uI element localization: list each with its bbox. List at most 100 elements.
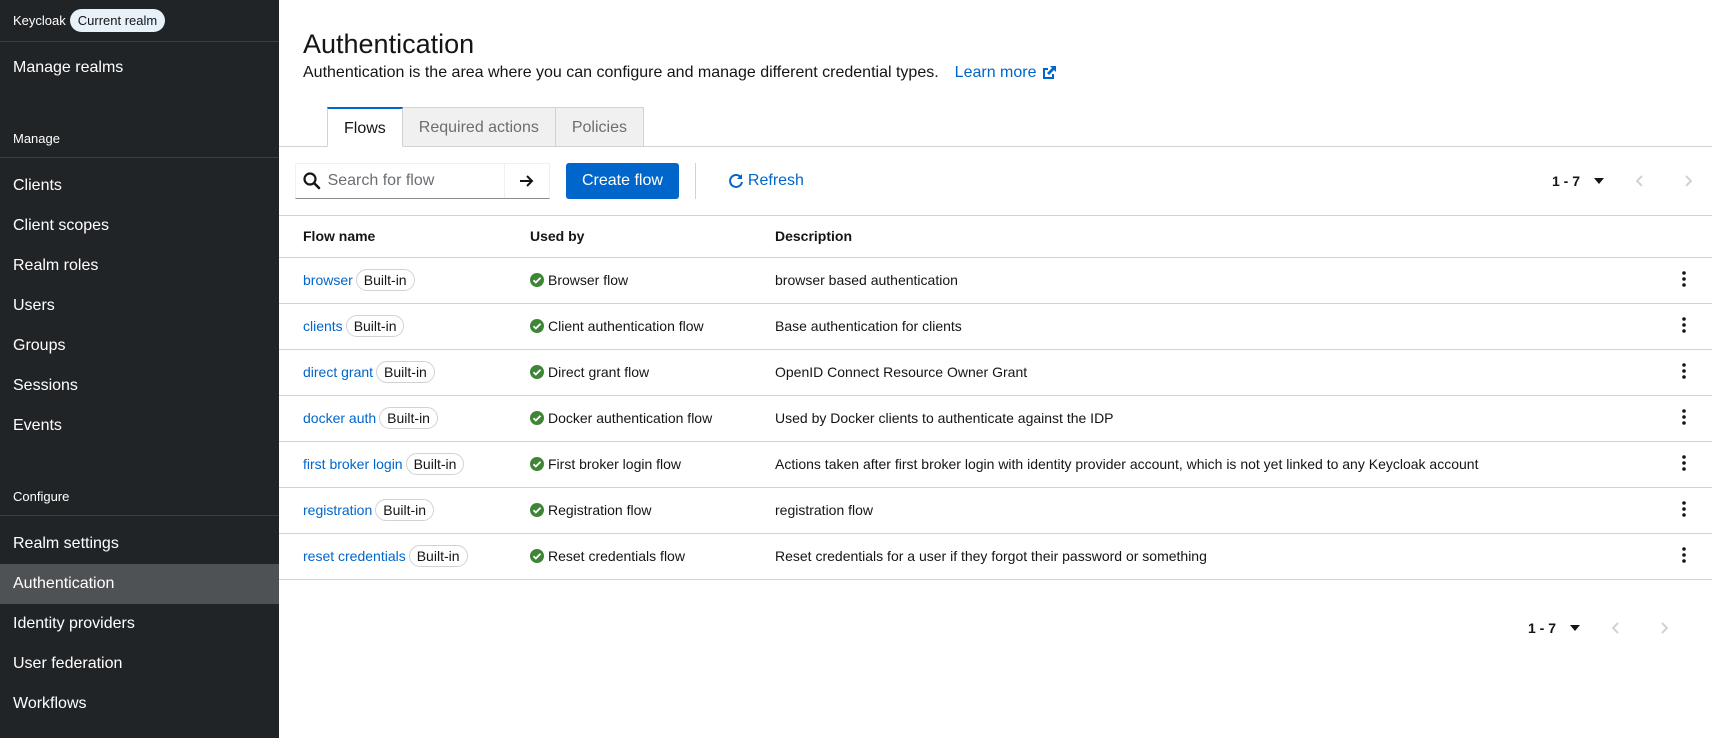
table-row: direct grant Built-in Direct grant flow Ope…: [279, 349, 1712, 396]
row-actions-kebab[interactable]: [1656, 533, 1712, 580]
built-in-badge: Built-in: [405, 453, 465, 475]
angle-right-icon: [1661, 622, 1668, 634]
create-flow-button[interactable]: Create flow: [566, 163, 679, 199]
used-by-cell: Registration flow: [530, 487, 775, 534]
used-by-cell: Docker authentication flow: [530, 395, 775, 442]
sidebar-item-events[interactable]: Events: [0, 406, 279, 446]
external-link-icon: [1042, 66, 1056, 79]
table-row: reset credentials Built-in Reset credentia…: [279, 533, 1712, 580]
learn-more-link[interactable]: Learn more: [955, 64, 1057, 82]
used-by-cell: Browser flow: [530, 257, 775, 304]
sidebar-item-clients[interactable]: Clients: [0, 166, 279, 206]
flow-name-link[interactable]: registration: [303, 502, 372, 518]
refresh-button[interactable]: Refresh: [728, 172, 804, 190]
subtitle-text: Authentication is the area where you can…: [303, 64, 939, 81]
flow-name-cell: registration Built-in: [279, 487, 530, 534]
sidebar-item-realm-settings[interactable]: Realm settings: [0, 524, 279, 564]
flow-name-cell: clients Built-in: [279, 303, 530, 350]
row-actions-kebab[interactable]: [1656, 303, 1712, 350]
flow-name-link[interactable]: direct grant: [303, 364, 373, 380]
row-actions-kebab[interactable]: [1656, 487, 1712, 534]
sidebar-item-sessions[interactable]: Sessions: [0, 366, 279, 406]
toolbar: Create flow Refresh 1 - 7: [279, 147, 1712, 216]
sidebar-item-client-scopes[interactable]: Client scopes: [0, 206, 279, 246]
nav-manage-realms[interactable]: Manage realms: [0, 48, 279, 88]
used-by-cell: Direct grant flow: [530, 349, 775, 396]
sidebar-item-realm-roles[interactable]: Realm roles: [0, 246, 279, 286]
sidebar: Keycloak Current realm Manage realms Man…: [0, 0, 279, 738]
flow-name-link[interactable]: docker auth: [303, 410, 376, 426]
flow-name-cell: first broker login Built-in: [279, 441, 530, 488]
kebab-menu-icon: [1682, 270, 1686, 287]
angle-left-icon: [1636, 175, 1643, 187]
table-row: browser Built-in Browser flow browser based…: [279, 257, 1712, 304]
flow-name-cell: direct grant Built-in: [279, 349, 530, 396]
caret-down-icon: [1570, 625, 1580, 631]
sidebar-item-users[interactable]: Users: [0, 286, 279, 326]
kebab-menu-icon: [1682, 408, 1686, 425]
per-page-toggle-bottom[interactable]: 1 - 7: [1516, 620, 1592, 636]
next-page-button-bottom[interactable]: [1640, 610, 1688, 646]
search-submit-button[interactable]: [503, 164, 549, 198]
flow-name-link[interactable]: clients: [303, 318, 343, 334]
flow-name-link[interactable]: reset credentials: [303, 548, 406, 564]
sidebar-item-groups[interactable]: Groups: [0, 326, 279, 366]
table-header-row: Flow name Used by Description: [279, 216, 1712, 258]
search-box: [295, 163, 550, 199]
refresh-icon: [729, 173, 743, 188]
used-by-text: First broker login flow: [548, 456, 682, 472]
sidebar-item-identity-providers[interactable]: Identity providers: [0, 604, 279, 644]
used-by-text: Registration flow: [548, 502, 652, 518]
used-by-text: Client authentication flow: [548, 318, 704, 334]
built-in-badge: Built-in: [375, 499, 435, 521]
used-by-text: Browser flow: [548, 272, 629, 288]
row-actions-kebab[interactable]: [1656, 349, 1712, 396]
angle-left-icon: [1612, 622, 1619, 634]
description-cell: Base authentication for clients: [775, 303, 1656, 350]
realm-pill[interactable]: Current realm: [69, 9, 166, 32]
next-page-button[interactable]: [1664, 163, 1712, 199]
flow-name-link[interactable]: first broker login: [303, 456, 403, 472]
previous-page-button[interactable]: [1616, 163, 1664, 199]
kebab-menu-icon: [1682, 362, 1686, 379]
sidebar-item-authentication[interactable]: Authentication: [0, 564, 279, 604]
page-title: Authentication: [303, 29, 475, 59]
check-circle-icon: [530, 457, 544, 471]
row-actions-kebab[interactable]: [1656, 441, 1712, 488]
flow-name-link[interactable]: browser: [303, 272, 353, 288]
used-by-cell: First broker login flow: [530, 441, 775, 488]
pager-range-bottom: 1 - 7: [1527, 620, 1556, 636]
kebab-menu-icon: [1682, 546, 1686, 563]
header-flow-name[interactable]: Flow name: [279, 216, 530, 258]
row-actions-kebab[interactable]: [1656, 257, 1712, 304]
description-cell: browser based authentication: [775, 257, 1656, 304]
tab-required-actions[interactable]: Required actions: [402, 107, 556, 147]
sidebar-item-user-federation[interactable]: User federation: [0, 644, 279, 684]
per-page-toggle[interactable]: 1 - 7: [1540, 173, 1616, 189]
bottom-pagination: 1 - 7: [1516, 610, 1688, 646]
search-input[interactable]: [327, 172, 504, 190]
check-circle-icon: [530, 549, 544, 563]
header-used-by[interactable]: Used by: [530, 216, 775, 258]
description-cell: OpenID Connect Resource Owner Grant: [775, 349, 1656, 396]
caret-down-icon: [1594, 178, 1604, 184]
table-row: first broker login Built-in First broker l…: [279, 441, 1712, 488]
built-in-badge: Built-in: [408, 545, 468, 567]
top-pagination: 1 - 7: [1540, 163, 1712, 199]
used-by-cell: Reset credentials flow: [530, 533, 775, 580]
row-actions-kebab[interactable]: [1656, 395, 1712, 442]
nav-section-manage: Manage: [0, 120, 279, 158]
flows-table: Flow name Used by Description browser Bui…: [279, 216, 1712, 580]
kebab-menu-icon: [1682, 316, 1686, 333]
page-header: Authentication Authentication is the are…: [279, 0, 1712, 147]
tab-policies[interactable]: Policies: [555, 107, 644, 147]
kebab-menu-icon: [1682, 500, 1686, 517]
header-description[interactable]: Description: [775, 216, 1656, 258]
flow-name-cell: docker auth Built-in: [279, 395, 530, 442]
sidebar-item-workflows[interactable]: Workflows: [0, 684, 279, 724]
angle-right-icon: [1685, 175, 1692, 187]
nav-section-configure: Configure: [0, 478, 279, 516]
tab-flows[interactable]: Flows: [327, 107, 403, 147]
previous-page-button-bottom[interactable]: [1592, 610, 1640, 646]
header-actions: [1656, 216, 1712, 258]
